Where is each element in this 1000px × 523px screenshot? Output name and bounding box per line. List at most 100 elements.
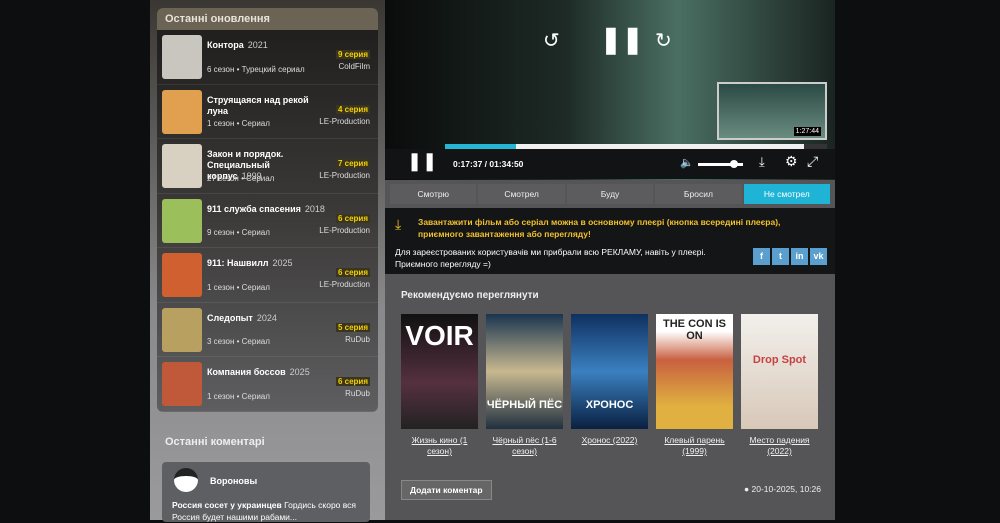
volume-icon[interactable]: 🔈: [680, 156, 694, 169]
series-thumbnail: [162, 89, 202, 134]
recommend-item[interactable]: VOIR Жизнь кино (1 сезон): [401, 314, 478, 457]
share-icon[interactable]: t: [772, 248, 789, 265]
tab-status[interactable]: Бросил: [655, 184, 742, 204]
dub-source: ColdFilm: [338, 62, 370, 71]
social-share: f t in vk: [753, 248, 827, 265]
series-thumbnail: [162, 307, 202, 352]
download-icon[interactable]: ⤓: [759, 154, 765, 170]
recommend-list: VOIR Жизнь кино (1 сезон) ЧЁРНЫЙ ПЁС Чёр…: [401, 314, 818, 457]
sidebar: Останні оновлення Контора 2021 6 сезон • …: [150, 0, 385, 522]
episode-badge: 4 серия: [335, 104, 370, 114]
recommend-link[interactable]: Чёрный пёс (1-6 сезон): [486, 435, 563, 457]
series-title[interactable]: Контора 2021: [207, 40, 327, 51]
recommend-item[interactable]: ЧЁРНЫЙ ПЁС Чёрный пёс (1-6 сезон): [486, 314, 563, 457]
series-title[interactable]: Струящаяся над рекой луна: [207, 95, 327, 117]
poster-image[interactable]: Drop Spot: [741, 314, 818, 429]
update-item[interactable]: 911 служба спасения 2018 9 сезон • Сериал…: [157, 194, 378, 248]
comment-author[interactable]: Вороновы: [210, 476, 257, 486]
preview-thumbnail: 1:27:44: [717, 82, 827, 140]
poster-image[interactable]: ХРОНОС: [571, 314, 648, 429]
latest-updates-title: Останні оновлення: [157, 8, 378, 30]
latest-updates-panel: Останні оновлення Контора 2021 6 сезон • …: [157, 8, 378, 412]
recommend-link[interactable]: Место падения (2022): [741, 435, 818, 457]
poster-image[interactable]: THE CON IS ON: [656, 314, 733, 429]
series-meta: 1 сезон • Сериал: [207, 282, 270, 292]
tab-status[interactable]: Буду: [566, 184, 654, 204]
series-meta: 3 сезон • Сериал: [207, 337, 270, 346]
dub-source: LE-Production: [319, 171, 370, 180]
episode-badge: 6 серия: [335, 377, 370, 386]
series-meta: 27 сезон • Сериал: [207, 173, 275, 183]
dub-source: RuDub: [345, 389, 370, 398]
poster-image[interactable]: ЧЁРНЫЙ ПЁС: [486, 314, 563, 429]
recommend-title: Рекомендуємо переглянути: [401, 290, 539, 301]
episode-badge: 5 серия: [335, 322, 370, 332]
series-meta: 9 сезон • Сериал: [207, 228, 270, 237]
update-item[interactable]: Струящаяся над рекой луна 1 сезон • Сери…: [157, 85, 378, 139]
episode-badge: 6 серия: [335, 213, 370, 223]
episode-badge: 9 серия: [335, 50, 370, 59]
pause-button[interactable]: ❚❚: [407, 151, 437, 172]
volume-slider[interactable]: [698, 160, 743, 168]
preview-time: 1:27:44: [793, 127, 821, 136]
share-icon[interactable]: f: [753, 248, 770, 265]
update-item[interactable]: Следопыт 2024 3 сезон • Сериал 5 серия Ru…: [157, 303, 378, 357]
series-thumbnail: [162, 198, 202, 243]
recommend-item[interactable]: ХРОНОС Хронос (2022): [571, 314, 648, 457]
share-icon[interactable]: in: [791, 248, 808, 265]
settings-icon[interactable]: ⚙: [785, 153, 798, 170]
fullscreen-icon[interactable]: ⤢: [807, 153, 818, 170]
series-title[interactable]: Следопыт 2024: [207, 313, 327, 324]
download-notice: Завантажити фільм або серіал можна в осн…: [418, 217, 781, 239]
update-item[interactable]: 911: Нашвилл 2025 1 сезон • Сериал 6 сери…: [157, 248, 378, 303]
avatar: [174, 468, 198, 492]
update-item[interactable]: Контора 2021 6 сезон • Турецкий сериал 9 …: [157, 30, 378, 85]
player-controls: ❚❚ 0:17:37 / 01:34:50 🔈 ⤓ ⚙ ⤢: [385, 149, 835, 179]
tab-status[interactable]: Не смотрел: [743, 184, 831, 204]
update-item[interactable]: Компания боссов 2025 1 сезон • Сериал 6 с…: [157, 357, 378, 412]
dub-source: RuDub: [345, 334, 370, 344]
series-title[interactable]: 911 служба спасения 2018: [207, 204, 327, 215]
tab-status[interactable]: Смотрел: [478, 184, 565, 204]
publish-date: ● 20-10-2025, 10:26: [744, 484, 821, 494]
notice-box: ⤓ Завантажити фільм або серіал можна в о…: [385, 208, 835, 274]
series-meta: 6 сезон • Турецкий сериал: [207, 64, 305, 74]
recommend-link[interactable]: Клевый парень (1999): [656, 435, 733, 457]
clock-icon: ●: [744, 484, 752, 494]
recommend-link[interactable]: Хронос (2022): [571, 435, 648, 446]
series-thumbnail: [162, 362, 202, 406]
rewind-icon[interactable]: ↺: [543, 28, 560, 53]
update-item[interactable]: Закон и порядок. Специальный корпус 1999 …: [157, 139, 378, 194]
share-icon[interactable]: vk: [810, 248, 827, 265]
recommend-link[interactable]: Жизнь кино (1 сезон): [401, 435, 478, 457]
main-content: ↺ ❚❚ ↻ 1:27:44 ❚❚ 0:17:37 / 01:34:50 🔈 ⤓…: [385, 0, 835, 520]
episode-badge: 6 серия: [335, 268, 370, 277]
series-thumbnail: [162, 35, 202, 79]
recommend-item[interactable]: THE CON IS ON Клевый парень (1999): [656, 314, 733, 457]
forward-icon[interactable]: ↻: [655, 28, 672, 53]
series-title[interactable]: Компания боссов 2025: [207, 367, 327, 378]
watch-status-tabs: Смотрю Смотрел Буду Бросил Не смотрел: [390, 184, 831, 204]
download-icon: ⤓: [395, 216, 402, 232]
time-display: 0:17:37 / 01:34:50: [453, 159, 524, 169]
dub-source: LE-Production: [319, 280, 370, 289]
episode-badge: 7 серия: [335, 159, 370, 168]
series-thumbnail: [162, 253, 202, 297]
dub-source: LE-Production: [319, 225, 370, 235]
poster-image[interactable]: VOIR: [401, 314, 478, 429]
series-title[interactable]: 911: Нашвилл 2025: [207, 258, 327, 269]
comment-title: Россия сосет у украинцев: [172, 500, 282, 510]
dub-source: LE-Production: [319, 116, 370, 126]
series-thumbnail: [162, 144, 202, 188]
latest-comments-title: Останні коментарі: [165, 436, 265, 448]
series-meta: 1 сезон • Сериал: [207, 391, 270, 401]
date-text: 20-10-2025, 10:26: [751, 484, 821, 494]
comment-text: Россия сосет у украинцев Гордись скоро в…: [172, 499, 367, 523]
add-comment-button[interactable]: Додати коментар: [401, 480, 492, 500]
tab-status[interactable]: Смотрю: [390, 184, 477, 204]
ads-notice: Для зареєстрованих користувачів ми прибр…: [395, 247, 706, 269]
recommend-item[interactable]: Drop Spot Место падения (2022): [741, 314, 818, 457]
series-meta: 1 сезон • Сериал: [207, 119, 270, 128]
comment-card[interactable]: Вороновы Россия сосет у украинцев Гордис…: [162, 462, 370, 522]
pause-icon[interactable]: ❚❚: [600, 24, 644, 55]
